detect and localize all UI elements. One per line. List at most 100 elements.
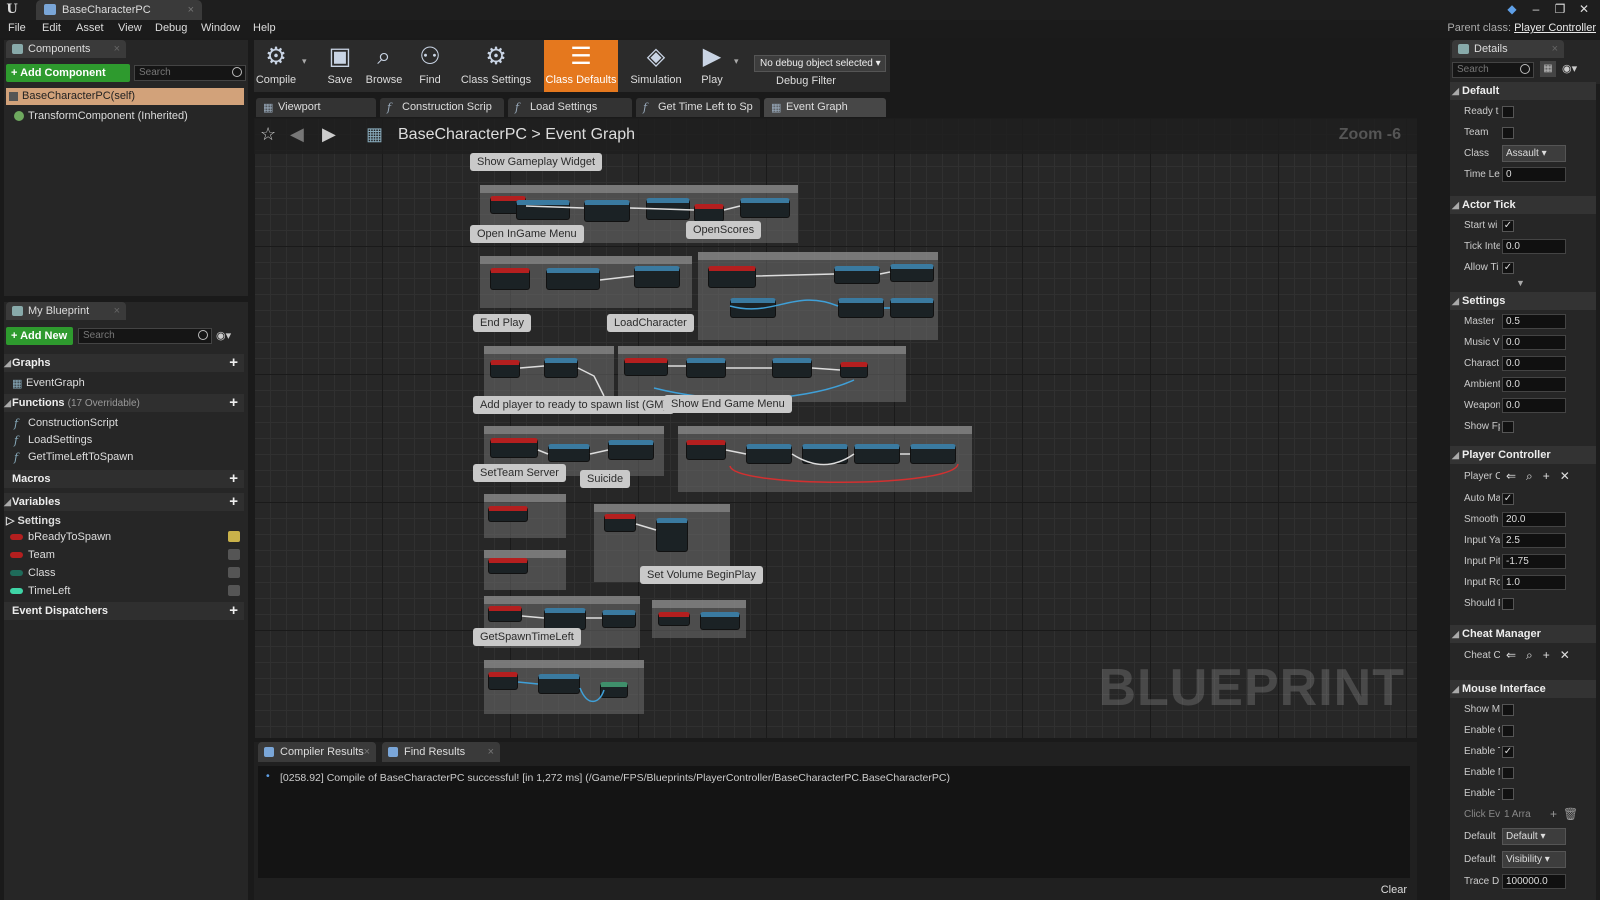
parent-class-link[interactable]: Player Controller	[1514, 22, 1596, 34]
tab-load-settings[interactable]: f Load Settings	[508, 98, 632, 117]
checkbox[interactable]: ✓	[1502, 493, 1514, 505]
add-function-button[interactable]: +	[229, 394, 238, 412]
comment-label[interactable]: Show End Game Menu	[664, 395, 792, 413]
restore-button[interactable]: ❐	[1550, 1, 1570, 17]
details-category-cheat-manager[interactable]: ◢ Cheat Manager	[1450, 625, 1596, 643]
details-category-actor-tick[interactable]: ◢ Actor Tick	[1450, 196, 1596, 214]
number-field[interactable]: 0.0	[1502, 398, 1566, 413]
function-item-gettimelefttospawn[interactable]: f GetTimeLeftToSpawn	[14, 451, 133, 464]
eye-icon[interactable]	[228, 549, 240, 560]
menu-file[interactable]: File	[8, 22, 26, 34]
comment-label[interactable]: Add player to ready to spawn list (GM)	[473, 396, 675, 414]
checkbox[interactable]: ✓	[1502, 262, 1514, 274]
comment-label[interactable]: LoadCharacter	[607, 314, 694, 332]
blueprint-search-input[interactable]: Search	[78, 328, 212, 344]
class-defaults-button[interactable]: ☰ Class Defaults	[544, 40, 618, 92]
eye-icon[interactable]	[228, 567, 240, 578]
menu-debug[interactable]: Debug	[155, 22, 187, 34]
checkbox[interactable]	[1502, 788, 1514, 800]
document-tab[interactable]: BaseCharacterPC ×	[36, 0, 202, 20]
components-tab[interactable]: Components ×	[6, 40, 126, 58]
variable-item[interactable]: Class	[10, 567, 242, 579]
component-self[interactable]: BaseCharacterPC(self)	[6, 88, 244, 105]
eye-icon[interactable]	[228, 585, 240, 596]
save-button[interactable]: ▣ Save	[320, 40, 360, 92]
minimize-button[interactable]: –	[1526, 1, 1546, 17]
add-variable-button[interactable]: +	[229, 493, 238, 511]
add-new-button[interactable]: + Add New	[6, 327, 73, 345]
tab-viewport[interactable]: ▦ Viewport	[256, 98, 376, 117]
default-dropdown[interactable]: Default ▾	[1502, 828, 1566, 845]
number-field[interactable]: 2.5	[1502, 533, 1566, 548]
event-graph-canvas[interactable]: ☆ ◀ ▶ ▦ BaseCharacterPC > Event Graph Zo…	[254, 118, 1417, 738]
number-field[interactable]: 0.0	[1502, 356, 1566, 371]
checkbox[interactable]: ✓	[1502, 220, 1514, 232]
details-search-input[interactable]: Search	[1452, 62, 1534, 78]
number-field[interactable]: 0.0	[1502, 239, 1566, 254]
checkbox[interactable]	[1502, 598, 1514, 610]
add-dispatcher-button[interactable]: +	[229, 602, 238, 620]
menu-window[interactable]: Window	[201, 22, 240, 34]
advanced-expand-icon[interactable]: ▼	[1516, 278, 1525, 288]
comment-label[interactable]: OpenScores	[686, 221, 762, 239]
array-actions-icon[interactable]: +🗑	[1550, 807, 1584, 821]
number-field[interactable]: 0	[1502, 167, 1566, 182]
tab-event-graph[interactable]: ▦ Event Graph	[764, 98, 886, 117]
variable-item[interactable]: Team	[10, 549, 242, 561]
event-dispatchers-category[interactable]: Event Dispatchers +	[4, 602, 244, 620]
function-item-constructionscript[interactable]: f ConstructionScript	[14, 417, 118, 430]
add-component-button[interactable]: + Add Component	[6, 64, 130, 82]
checkbox[interactable]	[1502, 421, 1514, 433]
checkbox[interactable]	[1502, 127, 1514, 139]
variable-item[interactable]: bReadyToSpawn	[10, 531, 242, 543]
comment-label[interactable]: GetSpawnTimeLeft	[473, 628, 581, 646]
functions-category[interactable]: ◢ Functions (17 Overridable) +	[4, 394, 244, 412]
my-blueprint-tab[interactable]: My Blueprint ×	[6, 302, 126, 320]
menu-view[interactable]: View	[118, 22, 142, 34]
close-tab-icon[interactable]: ×	[188, 0, 194, 20]
class-dropdown[interactable]: Assault ▾	[1502, 145, 1566, 162]
menu-edit[interactable]: Edit	[42, 22, 61, 34]
close-window-button[interactable]: ✕	[1574, 1, 1594, 17]
eye-icon[interactable]	[228, 531, 240, 542]
number-field[interactable]: 1.0	[1502, 575, 1566, 590]
property-matrix-icon[interactable]: ▦	[1540, 61, 1556, 77]
view-options-icon[interactable]: ◉▾	[1562, 62, 1577, 75]
checkbox[interactable]	[1502, 106, 1514, 118]
comment-label[interactable]: SetTeam Server	[473, 464, 566, 482]
close-tab-icon[interactable]: ×	[114, 40, 120, 58]
variable-group-settings[interactable]: ▷ Settings	[6, 514, 61, 527]
details-category-mouse-interface[interactable]: ◢ Mouse Interface	[1450, 680, 1596, 698]
graph-item-eventgraph[interactable]: ▦ EventGraph	[12, 377, 85, 390]
checkbox[interactable]	[1502, 725, 1514, 737]
compile-options-icon[interactable]: ▾	[302, 56, 307, 67]
asset-actions-icon[interactable]: ⇐⌕+✕	[1506, 648, 1580, 663]
visibility-dropdown[interactable]: Visibility ▾	[1502, 851, 1566, 868]
graphs-category[interactable]: ◢ Graphs +	[4, 354, 244, 372]
tab-compiler-results[interactable]: Compiler Results ×	[258, 742, 376, 762]
tab-construction-script[interactable]: f Construction Scrip	[380, 98, 504, 117]
checkbox[interactable]	[1502, 704, 1514, 716]
number-field[interactable]: 0.5	[1502, 314, 1566, 329]
macros-category[interactable]: Macros +	[4, 470, 244, 488]
log-message[interactable]: [0258.92] Compile of BaseCharacterPC suc…	[280, 772, 950, 784]
variable-item[interactable]: TimeLeft	[10, 585, 242, 597]
checkbox[interactable]: ✓	[1502, 746, 1514, 758]
close-tab-icon[interactable]: ×	[364, 742, 370, 762]
menu-asset[interactable]: Asset	[76, 22, 104, 34]
comment-label[interactable]: Suicide	[580, 470, 631, 488]
number-field[interactable]: 20.0	[1502, 512, 1566, 527]
details-scrollbar[interactable]	[1596, 84, 1600, 900]
components-search-input[interactable]: Search	[134, 65, 246, 81]
simulation-button[interactable]: ◈ Simulation	[626, 40, 686, 92]
add-graph-button[interactable]: +	[229, 354, 238, 372]
close-tab-icon[interactable]: ×	[1552, 40, 1558, 58]
view-options-icon[interactable]: ◉▾	[216, 329, 231, 342]
browse-button[interactable]: ⌕ Browse	[362, 40, 406, 92]
details-category-player-controller[interactable]: ◢ Player Controller	[1450, 446, 1596, 464]
details-category-default[interactable]: ◢ Default	[1450, 82, 1596, 100]
component-transform[interactable]: TransformComponent (Inherited)	[14, 110, 188, 122]
notification-icon[interactable]: ◆	[1502, 1, 1522, 17]
clear-button[interactable]: Clear	[1381, 884, 1407, 896]
tab-get-time-left[interactable]: f Get Time Left to Sp	[636, 98, 760, 117]
